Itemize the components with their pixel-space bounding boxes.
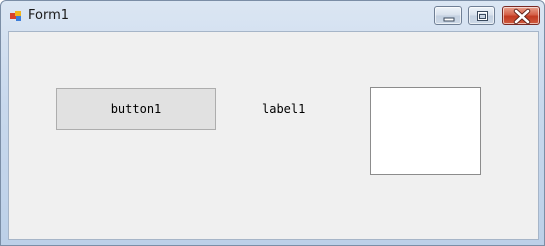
label1: label1	[262, 102, 306, 116]
winforms-app-icon	[10, 11, 21, 21]
title-bar[interactable]: Form1	[1, 1, 544, 31]
form1-window: Form1 button1 label1	[0, 0, 545, 246]
window-title: Form1	[28, 8, 70, 23]
form-client-area: button1 label1	[8, 31, 539, 240]
close-button[interactable]	[502, 6, 540, 25]
maximize-button[interactable]	[468, 6, 495, 25]
maximize-icon	[477, 11, 488, 21]
picture-box	[370, 87, 481, 175]
close-icon	[513, 8, 531, 25]
button1[interactable]: button1	[56, 88, 216, 130]
minimize-button[interactable]	[434, 6, 462, 25]
minimize-icon	[443, 17, 455, 22]
